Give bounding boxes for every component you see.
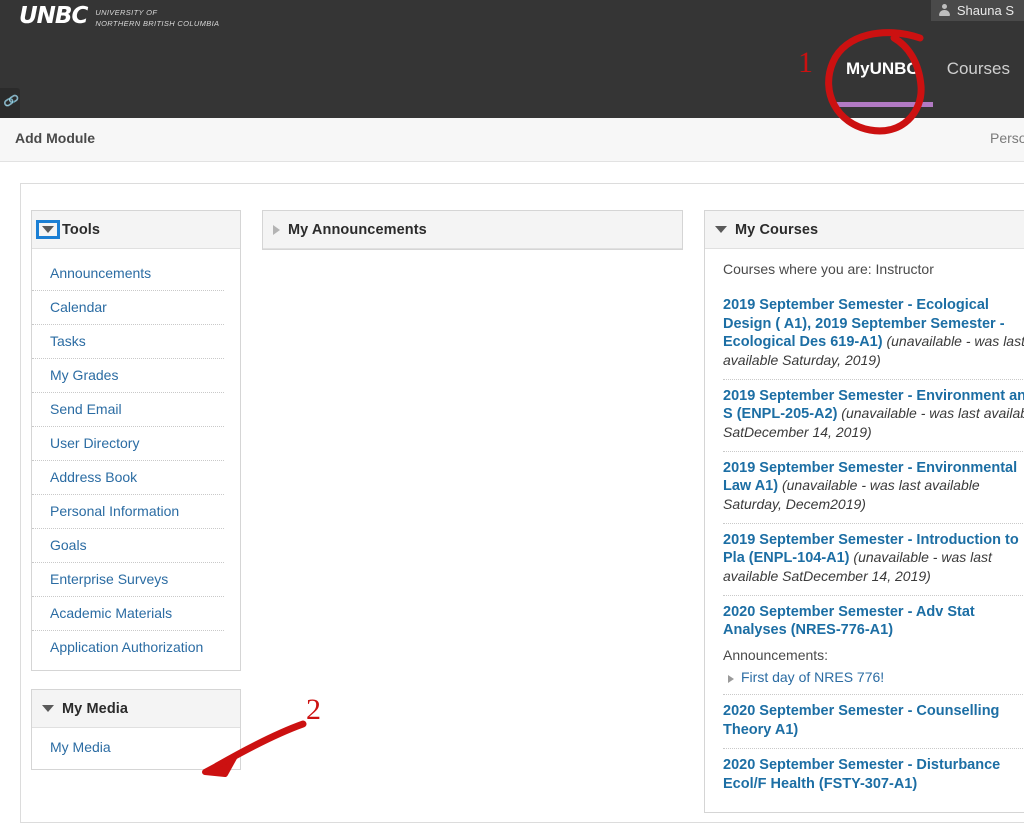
tool-link-my-grades[interactable]: My Grades (32, 359, 224, 393)
module-my-announcements: My Announcements (262, 210, 683, 250)
module-my-courses-title: My Courses (735, 221, 819, 238)
course-list-item: 2019 September Semester - Introduction t… (723, 524, 1024, 596)
course-link-label-3: 619-A1) (830, 334, 883, 351)
courses-role-note: Courses where you are: Instructor (723, 261, 934, 277)
module-my-courses: My Courses Courses where you are: Instru… (704, 210, 1024, 814)
tool-link-goals[interactable]: Goals (32, 529, 224, 563)
course-list-item: 2019 September Semester - Environmental … (723, 452, 1024, 524)
my-media-link[interactable]: My Media (32, 728, 240, 769)
user-avatar-icon (939, 4, 951, 17)
module-column-right: My Courses Courses where you are: Instru… (704, 210, 1024, 831)
course-link-label-2: (ENPL-205-A2) (736, 406, 838, 423)
tool-link-application-authorization[interactable]: Application Authorization (32, 631, 224, 664)
nav-tab-myunbc-label: MyUNBC (845, 59, 919, 78)
primary-nav: MyUNBC Courses (831, 44, 1024, 118)
annotation-marker-2: 2 (306, 693, 321, 726)
course-link[interactable]: 2020 September Semester - Disturbance Ec… (723, 757, 1000, 792)
module-my-media-header: My Media (32, 690, 240, 728)
user-name-label: Shauna S (956, 3, 1014, 18)
module-my-announcements-title: My Announcements (288, 221, 427, 238)
course-link-label-2: A1) (774, 721, 799, 738)
tool-link-address-book[interactable]: Address Book (32, 461, 224, 495)
module-my-media-title: My Media (62, 700, 129, 717)
course-announcement-row: First day of NRES 776! (723, 669, 1024, 685)
course-list-item: 2020 September Semester - Adv Stat Analy… (723, 596, 1024, 696)
tool-link-tasks[interactable]: Tasks (32, 325, 224, 359)
tool-link-academic-materials[interactable]: Academic Materials (32, 597, 224, 631)
announcement-link[interactable]: First day of NRES 776! (741, 669, 884, 685)
course-list-item: 2019 September Semester - Environment an… (723, 380, 1024, 452)
unbc-logo[interactable]: UNBC University of Northern British Colu… (19, 5, 219, 29)
course-list-item: 2020 September Semester - Counselling Th… (723, 695, 1024, 750)
logo-wordmark: UNBC (19, 3, 88, 29)
course-list-item: 2019 September Semester - Ecological Des… (723, 289, 1024, 380)
logo-subtitle-line1: University of (95, 8, 158, 17)
personalize-page-button[interactable]: Perso (990, 130, 1024, 146)
annotation-marker-1: 1 (798, 46, 813, 79)
course-status-2: 2019) (844, 351, 881, 368)
active-tab-underline (831, 102, 933, 107)
course-status-2: December 14, 2019) (744, 423, 872, 440)
course-status-2: December 14, 2019) (803, 567, 931, 584)
attachment-edge-tab[interactable]: 🔗 (0, 88, 20, 118)
module-tools-header: Tools (32, 211, 240, 249)
page-action-bar: Add Module Perso (0, 118, 1024, 162)
course-link-label-2: A1) (754, 478, 779, 495)
course-link[interactable]: 2020 September Semester - Adv Stat Analy… (723, 604, 975, 639)
module-my-courses-header: My Courses (705, 211, 1024, 249)
caret-right-icon (728, 675, 734, 684)
nav-tab-courses[interactable]: Courses (933, 60, 1024, 77)
paperclip-icon: 🔗 (2, 92, 21, 110)
course-announcements-label: Announcements: (723, 647, 829, 664)
module-tools: Tools Announcements Calendar Tasks My Gr… (31, 210, 241, 671)
user-menu[interactable]: Shauna S (930, 0, 1024, 21)
course-link[interactable]: 2020 September Semester - Counselling Th… (723, 703, 999, 738)
course-list-item: 2020 September Semester - Disturbance Ec… (723, 749, 1024, 802)
module-my-announcements-header: My Announcements (263, 211, 682, 249)
module-column-left: Tools Announcements Calendar Tasks My Gr… (31, 210, 241, 788)
module-page-canvas: Tools Announcements Calendar Tasks My Gr… (20, 183, 1024, 823)
nav-tab-myunbc[interactable]: MyUNBC (831, 59, 933, 107)
logo-subtitle-line2: Northern British Columbia (95, 18, 220, 28)
tool-link-personal-information[interactable]: Personal Information (32, 495, 224, 529)
caret-down-icon[interactable] (715, 226, 727, 233)
tool-link-calendar[interactable]: Calendar (32, 291, 224, 325)
nav-tab-courses-label: Courses (946, 59, 1010, 78)
tool-link-enterprise-surveys[interactable]: Enterprise Surveys (32, 563, 224, 597)
caret-right-icon[interactable] (273, 224, 280, 235)
add-module-button[interactable]: Add Module (15, 130, 95, 146)
caret-down-icon[interactable] (42, 705, 54, 712)
module-column-center: My Announcements (262, 210, 683, 268)
course-status-2: 2019) (830, 495, 866, 512)
tool-link-announcements[interactable]: Announcements (32, 257, 224, 291)
module-tools-body: Announcements Calendar Tasks My Grades S… (32, 249, 240, 670)
top-header-bar: UNBC University of Northern British Colu… (0, 0, 1024, 118)
module-my-media: My Media My Media (31, 689, 241, 770)
module-my-media-body: My Media (32, 728, 240, 769)
module-tools-title: Tools (62, 221, 101, 238)
course-link-label-2: Health (FSTY-307-A1) (770, 775, 918, 792)
tool-link-send-email[interactable]: Send Email (32, 393, 224, 427)
course-link-label-2: (NRES-776-A1) (790, 622, 894, 639)
module-my-courses-body: Courses where you are: Instructor 2019 S… (705, 249, 1024, 812)
tool-link-user-directory[interactable]: User Directory (32, 427, 224, 461)
caret-down-icon[interactable] (36, 220, 60, 239)
course-link-label-2: (ENPL-104-A1) (748, 550, 850, 567)
course-link-label: 2020 September Semester - Counselling Th… (723, 703, 1000, 738)
logo-subtitle: University of Northern British Columbia (95, 5, 219, 29)
